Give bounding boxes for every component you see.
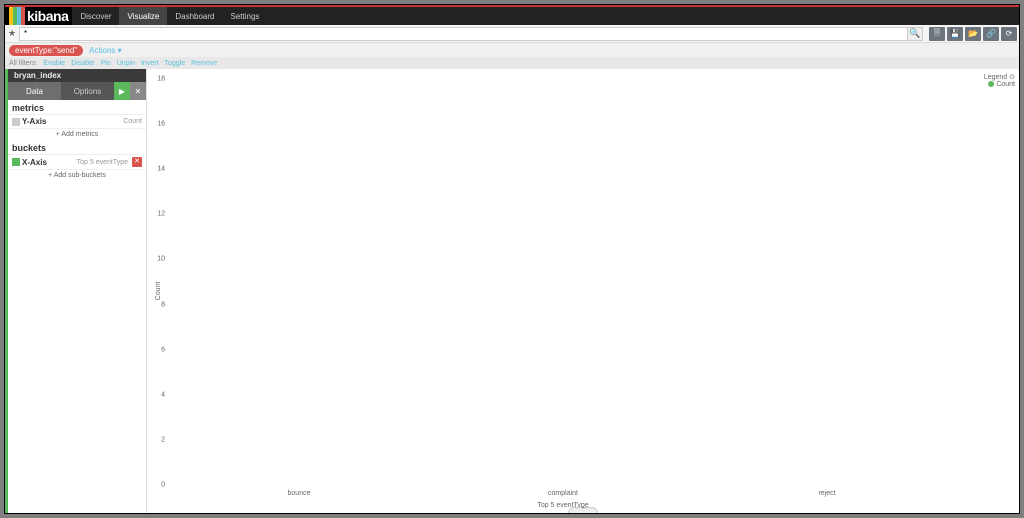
- nav-settings[interactable]: Settings: [223, 7, 268, 25]
- metric-value: Count: [123, 118, 142, 125]
- nav-visualize[interactable]: Visualize: [119, 7, 167, 25]
- y-tick: 14: [149, 166, 165, 173]
- y-tick: 16: [149, 121, 165, 128]
- folder-icon: 📂: [968, 29, 978, 38]
- all-filters-label: All filters:: [9, 60, 37, 67]
- search-bar-row: ★ 🔍 🗎 💾 📂 🔗 ⟳: [5, 25, 1019, 43]
- primary-nav: Discover Visualize Dashboard Settings: [72, 7, 267, 25]
- metric-row[interactable]: Y-Axis Count: [8, 115, 146, 128]
- query-input[interactable]: [19, 27, 908, 41]
- share-icon: 🔗: [986, 29, 996, 38]
- bucket-row[interactable]: X-Axis Top 5 eventType ✕: [8, 155, 146, 169]
- search-icon: 🔍: [909, 28, 920, 39]
- y-axis: 024681012141618: [149, 79, 165, 485]
- sidebar-tabs: Data Options ▶ ✕: [8, 82, 146, 100]
- search-button[interactable]: 🔍: [907, 27, 923, 41]
- nav-dashboard[interactable]: Dashboard: [167, 7, 222, 25]
- y-tick: 6: [149, 346, 165, 353]
- legend-swatch-icon: [988, 81, 994, 87]
- metric-color-swatch: [12, 118, 20, 126]
- bucket-label: X-Axis: [22, 158, 47, 167]
- app-window: kibana Discover Visualize Dashboard Sett…: [4, 4, 1020, 514]
- legend-series-label: Count: [996, 81, 1015, 88]
- add-sub-bucket-button[interactable]: + Add sub-buckets: [8, 169, 146, 181]
- tab-options[interactable]: Options: [61, 82, 114, 100]
- metric-label: Y-Axis: [22, 117, 46, 126]
- filters-pin[interactable]: Pin: [101, 60, 111, 67]
- plot-region: 024681012141618 bouncecomplaintreject To…: [167, 79, 959, 485]
- bucket-value: Top 5 eventType: [77, 159, 128, 166]
- x-axis-label: Top 5 eventType: [167, 502, 959, 509]
- remove-bucket-button[interactable]: ✕: [132, 157, 142, 167]
- x-tick: complaint: [548, 490, 578, 497]
- filters-remove[interactable]: Remove: [191, 60, 217, 67]
- filters-disable[interactable]: Disable: [71, 60, 94, 67]
- discard-changes-button[interactable]: ✕: [130, 82, 146, 100]
- bars-container: bouncecomplaintreject: [167, 79, 959, 485]
- apply-changes-button[interactable]: ▶: [114, 82, 130, 100]
- legend-title: Legend ⊙: [984, 73, 1015, 81]
- brand-name: kibana: [27, 8, 68, 24]
- file-icon: 🗎: [934, 27, 940, 41]
- filter-actions-dropdown[interactable]: Actions ▾: [89, 46, 121, 55]
- add-metric-button[interactable]: + Add metrics: [8, 128, 146, 140]
- filters-toggle[interactable]: Toggle: [165, 60, 186, 67]
- y-tick: 4: [149, 391, 165, 398]
- all-filters-strip: All filters: Enable Disable Pin Unpin In…: [5, 57, 1019, 69]
- metrics-heading: metrics: [8, 100, 146, 115]
- save-vis-button[interactable]: 💾: [947, 27, 963, 41]
- y-tick: 10: [149, 256, 165, 263]
- top-navbar: kibana Discover Visualize Dashboard Sett…: [5, 5, 1019, 25]
- nav-discover[interactable]: Discover: [72, 7, 119, 25]
- y-tick: 2: [149, 436, 165, 443]
- refresh-vis-button[interactable]: ⟳: [1001, 27, 1017, 41]
- filters-invert[interactable]: Invert: [141, 60, 159, 67]
- chart-legend[interactable]: Legend ⊙ Count: [984, 73, 1015, 88]
- y-tick: 18: [149, 76, 165, 83]
- share-vis-button[interactable]: 🔗: [983, 27, 999, 41]
- save-icon: 💾: [950, 29, 960, 38]
- new-vis-button[interactable]: 🗎: [929, 27, 945, 41]
- y-tick: 0: [149, 482, 165, 489]
- buckets-heading: buckets: [8, 140, 146, 155]
- logo-stripes-icon: [9, 7, 25, 25]
- brand-logo[interactable]: kibana: [5, 7, 72, 25]
- load-vis-button[interactable]: 📂: [965, 27, 981, 41]
- tab-data[interactable]: Data: [8, 82, 61, 100]
- vis-editor-sidebar: bryan_index Data Options ▶ ✕ metrics Y-A…: [5, 69, 147, 513]
- filters-enable[interactable]: Enable: [43, 60, 65, 67]
- chart-area: Legend ⊙ Count Count 024681012141618 bou…: [147, 69, 1019, 513]
- y-tick: 12: [149, 211, 165, 218]
- filter-pill-row: eventType:"send" Actions ▾: [5, 43, 1019, 57]
- main-area: bryan_index Data Options ▶ ✕ metrics Y-A…: [5, 69, 1019, 513]
- refresh-icon: ⟳: [1006, 29, 1013, 38]
- spy-panel-toggle[interactable]: ⌃: [568, 507, 598, 513]
- play-icon: ▶: [119, 87, 125, 96]
- filters-unpin[interactable]: Unpin: [117, 60, 135, 67]
- y-tick: 8: [149, 301, 165, 308]
- bucket-color-swatch: [12, 158, 20, 166]
- vis-toolbar: 🗎 💾 📂 🔗 ⟳: [929, 27, 1017, 41]
- query-star-icon[interactable]: ★: [5, 28, 19, 39]
- chevron-up-icon: ⌃: [580, 507, 586, 513]
- x-tick: bounce: [288, 490, 311, 497]
- index-pattern-name[interactable]: bryan_index: [8, 69, 146, 82]
- x-tick: reject: [818, 490, 835, 497]
- close-icon: ✕: [135, 87, 142, 96]
- filter-pill[interactable]: eventType:"send": [9, 45, 83, 56]
